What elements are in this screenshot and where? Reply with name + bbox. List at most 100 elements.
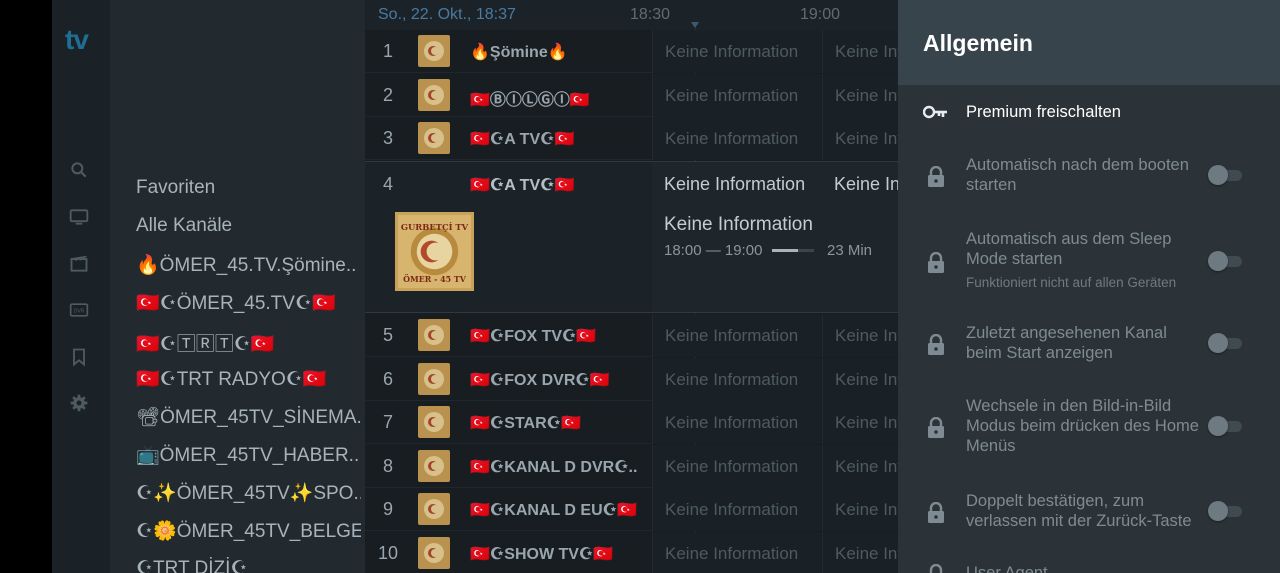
channel-row[interactable]: 2 🇹🇷ⒷⒾⓁⒼⒾ🇹🇷 Keine Information Keine Informa… <box>365 73 898 117</box>
bookmark-icon[interactable] <box>69 347 89 367</box>
program-cell-next[interactable]: Keine Information <box>822 444 898 488</box>
key-icon <box>923 105 947 119</box>
group-item[interactable]: 🇹🇷☪TRT RADYO☪🇹🇷 <box>136 367 361 391</box>
group-item[interactable]: 🇹🇷☪🅃🅁🅃☪🇹🇷 <box>136 329 361 356</box>
now-indicator-marker <box>691 22 699 28</box>
channel-name: 🔥Şömine🔥 <box>470 44 568 61</box>
program-title: Keine Information <box>835 85 898 105</box>
channel-row[interactable]: 1 🔥Şömine🔥 Keine Information Keine Informat… <box>365 30 898 73</box>
channel-row[interactable]: 7 🇹🇷☪STAR☪🇹🇷 Keine Information Keine Inform… <box>365 401 898 445</box>
channel-number: 2 <box>382 84 393 105</box>
next-program-title: Keine Information <box>834 174 898 194</box>
group-item[interactable]: 📽ÖMER_45TV_SİNEMA.. <box>136 405 361 429</box>
setting-label: User Agent <box>966 564 1048 573</box>
toggle-knob <box>1208 416 1228 436</box>
channel-logo-large: GURBETÇİ TV ÖMER - 45 TV <box>395 212 474 291</box>
time-slot-label: 18:30 <box>630 6 671 23</box>
toggle-knob <box>1208 251 1228 271</box>
program-title: Keine Information <box>664 174 806 194</box>
channel-row[interactable]: 10 🇹🇷☪SHOW TV☪🇹🇷 Keine Information Keine In… <box>365 532 898 573</box>
program-description: Keine Information <box>664 214 813 235</box>
channel-row[interactable]: 9 🇹🇷☪KANAL D EU☪🇹🇷 Keine Information Keine … <box>365 488 898 532</box>
program-cell[interactable]: Keine Information <box>652 532 822 573</box>
channel-logo <box>418 537 450 569</box>
selected-channel-row[interactable]: 4 🇹🇷☪A TV☪🇹🇷 GURBETÇİ TV ÖMER - 45 TV Ke… <box>365 161 898 313</box>
group-item[interactable]: ☪✨ÖMER_45TV✨SPO.. <box>136 481 361 505</box>
premium-label: Premium freischalten <box>966 103 1121 121</box>
selected-program-box[interactable]: Keine Information Keine Information Kein… <box>652 162 898 312</box>
channel-logo <box>418 35 450 67</box>
settings-icon[interactable] <box>69 393 89 413</box>
toggle-knob <box>1208 501 1228 521</box>
group-item[interactable]: 🇹🇷☪ÖMER_45.TV☪🇹🇷 <box>136 291 361 315</box>
program-title: Keine Information <box>665 85 799 105</box>
program-title: Keine Information <box>835 369 898 389</box>
program-cell-next[interactable]: Keine Information <box>822 73 898 117</box>
program-cell[interactable]: Keine Information <box>652 357 822 401</box>
program-title: Keine Information <box>835 42 898 61</box>
program-cell-next[interactable]: Keine Information <box>822 488 898 532</box>
setting-toggle[interactable] <box>1208 333 1244 353</box>
channel-number: 10 <box>377 543 399 563</box>
program-cell[interactable]: Keine Information <box>652 30 822 73</box>
channel-row[interactable]: 6 🇹🇷☪FOX DVR☪🇹🇷 Keine Information Keine Inf… <box>365 357 898 401</box>
channel-name: 🇹🇷☪KANAL D EU☪🇹🇷 <box>470 502 637 520</box>
setting-toggle[interactable] <box>1208 501 1244 521</box>
program-progress-fill <box>772 249 799 252</box>
program-title: Keine Information <box>665 326 799 345</box>
group-item[interactable]: 🔥ÖMER_45.TV.Şömine.. <box>136 253 361 277</box>
channel-groups-panel: Favoriten Alle Kanäle 🔥ÖMER_45.TV.Şömine… <box>110 0 365 573</box>
setting-toggle[interactable] <box>1208 165 1244 185</box>
program-cell[interactable]: Keine Information <box>652 314 822 357</box>
program-cell[interactable]: Keine Information <box>652 117 822 161</box>
search-icon[interactable] <box>69 160 89 180</box>
channel-row[interactable]: 3 🇹🇷☪A TV☪🇹🇷 Keine Information Keine Inform… <box>365 117 898 161</box>
channel-logo <box>418 406 450 439</box>
program-remaining: 23 Min <box>827 242 873 259</box>
channel-name: 🇹🇷☪SHOW TV☪🇹🇷 <box>470 546 614 563</box>
program-cell-next[interactable]: Keine Information <box>822 314 898 357</box>
program-title: Keine Information <box>835 500 898 520</box>
settings-drawer: Allgemein Premium freischalten Automatis… <box>898 0 1280 573</box>
channel-name: 🇹🇷☪A TV☪🇹🇷 <box>470 177 575 194</box>
program-cell-next[interactable]: Keine Information <box>822 117 898 161</box>
lock-icon <box>928 166 944 187</box>
channel-name: 🇹🇷☪KANAL D DVR☪.. <box>470 458 638 476</box>
program-cell[interactable]: Keine Information <box>652 488 822 532</box>
program-cell[interactable]: Keine Information <box>652 401 822 445</box>
group-item[interactable]: 📺ÖMER_45TV_HABER.. <box>136 443 361 467</box>
channel-row[interactable]: 8 🇹🇷☪KANAL D DVR☪.. Keine Information Keine… <box>365 444 898 488</box>
group-all-channels[interactable]: Alle Kanäle <box>136 215 361 237</box>
channel-name: 🇹🇷☪FOX TV☪🇹🇷 <box>470 328 597 345</box>
program-title: Keine Information <box>835 129 898 149</box>
channel-name: 🇹🇷ⒷⒾⓁⒼⒾ🇹🇷 <box>470 91 590 109</box>
program-cell[interactable]: Keine Information <box>652 444 822 488</box>
channel-row[interactable]: 5 🇹🇷☪FOX TV☪🇹🇷 Keine Information Keine Info… <box>365 314 898 357</box>
program-cell[interactable]: Keine Information <box>652 73 822 117</box>
group-item[interactable]: ☪TRT DİZİ☪ <box>136 557 361 573</box>
premium-unlock-item[interactable]: Premium freischalten <box>898 100 1280 130</box>
channel-logo <box>418 78 450 111</box>
tv-icon[interactable] <box>69 207 89 227</box>
channel-name: 🇹🇷☪A TV☪🇹🇷 <box>470 131 575 149</box>
program-title: Keine Information <box>665 42 799 61</box>
program-cell-next[interactable]: Keine Information <box>822 357 898 401</box>
program-cell-next[interactable]: Keine Information <box>822 401 898 445</box>
setting-toggle[interactable] <box>1208 416 1244 436</box>
program-title: Keine Information <box>835 456 898 476</box>
channel-number: 8 <box>382 455 393 476</box>
lock-icon <box>928 334 944 355</box>
nav-rail: tv DVR <box>52 0 110 573</box>
program-title: Keine Information <box>665 500 799 520</box>
logo-text-top: GURBETÇİ TV <box>401 220 469 232</box>
setting-toggle[interactable] <box>1208 251 1244 271</box>
group-favorites[interactable]: Favoriten <box>136 177 361 199</box>
group-item[interactable]: ☪🌼ÖMER_45TV_BELGE.. <box>136 519 361 543</box>
movie-icon[interactable] <box>69 254 89 274</box>
dvr-icon[interactable]: DVR <box>69 300 89 320</box>
setting-label: Automatisch aus dem Sleep Mode starten <box>966 230 1172 268</box>
program-cell-next[interactable]: Keine Information <box>822 532 898 573</box>
program-cell-next[interactable]: Keine Information <box>822 30 898 73</box>
toggle-knob <box>1208 165 1228 185</box>
epg-grid: So., 22. Okt., 18:37 18:30 19:00 1 🔥Şömin… <box>365 0 898 573</box>
